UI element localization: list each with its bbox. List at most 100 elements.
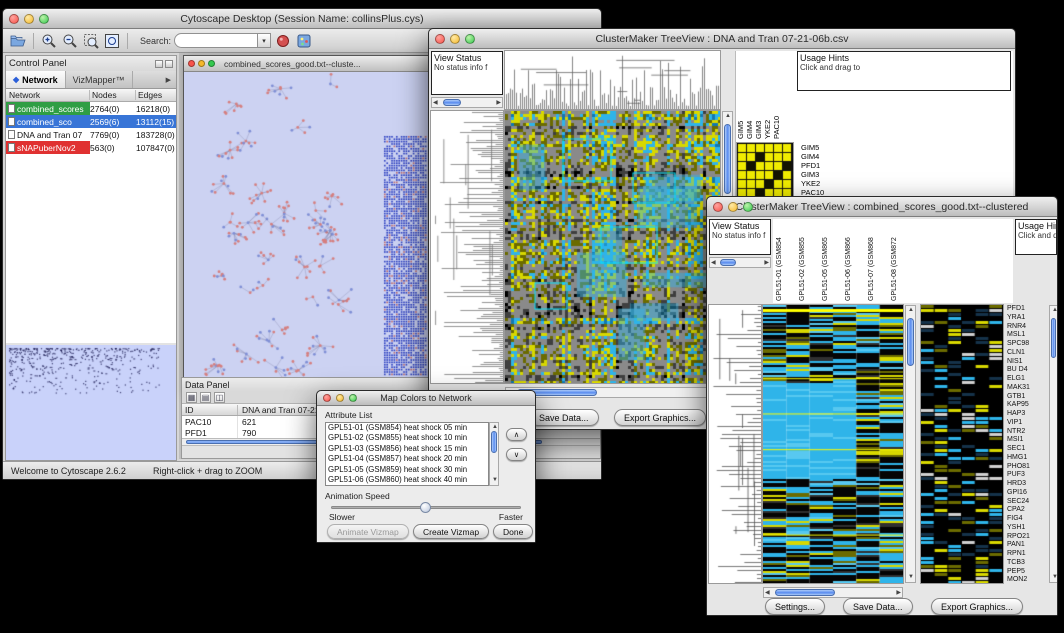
dendrogram-hscrollbar[interactable]: ◀▶ (431, 97, 503, 108)
tab-overflow-icon[interactable]: ▶ (161, 71, 176, 88)
tab-network[interactable]: ◆ Network (6, 71, 66, 88)
gene-label[interactable]: MAK31 (1007, 384, 1049, 393)
scroll-left-icon[interactable]: ◀ (765, 589, 770, 598)
minimize-icon[interactable] (24, 14, 34, 24)
matrix-row-label[interactable]: YKE2 (801, 179, 871, 188)
gene-label[interactable]: RPO21 (1007, 533, 1049, 542)
scroll-up-icon[interactable]: ▲ (908, 306, 914, 315)
gene-label[interactable]: GPI16 (1007, 489, 1049, 498)
scrollbar-thumb[interactable] (724, 124, 731, 194)
network-row[interactable]: sNAPuberNov2563(0)107847(0) (6, 141, 176, 154)
close-icon[interactable] (9, 14, 19, 24)
scroll-right-icon[interactable]: ▶ (896, 589, 901, 598)
matrix-row-label[interactable]: GIM5 (801, 143, 871, 152)
close-icon[interactable] (713, 202, 723, 212)
scroll-right-icon[interactable]: ▶ (496, 99, 501, 108)
scroll-left-icon[interactable]: ◀ (433, 99, 438, 108)
gene-list-scrollbar[interactable]: ▲▼ (1049, 305, 1057, 583)
scrollbar-thumb[interactable] (907, 318, 914, 366)
gene-label[interactable]: HRD3 (1007, 480, 1049, 489)
scroll-down-icon[interactable]: ▼ (1052, 573, 1057, 582)
scrollbar-thumb[interactable] (443, 99, 461, 106)
gene-label[interactable]: SEC24 (1007, 498, 1049, 507)
zoom-icon[interactable] (208, 60, 215, 67)
network-canvas[interactable] (184, 72, 430, 390)
gene-label[interactable]: TCB3 (1007, 559, 1049, 568)
annotation-icon[interactable] (274, 32, 292, 50)
gene-label[interactable]: SEC1 (1007, 445, 1049, 454)
scrollbar-thumb[interactable] (1051, 318, 1056, 358)
scroll-right-icon[interactable]: ▶ (764, 259, 769, 268)
gene-label[interactable]: MSI1 (1007, 436, 1049, 445)
create-vizmap-button[interactable]: Create Vizmap (413, 524, 489, 539)
zoom-in-icon[interactable] (40, 32, 58, 50)
header-nodes[interactable]: Nodes (90, 90, 136, 100)
search-dropdown-icon[interactable]: ▾ (258, 33, 271, 48)
export-graphics-button[interactable]: Export Graphics... (931, 598, 1023, 615)
scrollbar-thumb[interactable] (775, 589, 835, 596)
gene-label[interactable]: SPC98 (1007, 340, 1049, 349)
close-icon[interactable] (435, 34, 445, 44)
zoom-icon[interactable] (743, 202, 753, 212)
scroll-down-icon[interactable]: ▼ (492, 476, 498, 485)
attribute-item[interactable]: GPL51-02 (GSM855) heat shock 10 min (326, 433, 488, 443)
header-network[interactable]: Network (6, 90, 90, 100)
expression-heatmap[interactable] (763, 305, 903, 583)
gene-label[interactable]: PAN1 (1007, 541, 1049, 550)
minimize-icon[interactable] (198, 60, 205, 67)
gene-label[interactable]: MSL1 (1007, 331, 1049, 340)
scrollbar-thumb[interactable] (491, 431, 497, 453)
close-icon[interactable] (188, 60, 195, 67)
matrix-row-label[interactable]: GIM3 (801, 170, 871, 179)
gene-label[interactable]: NIS1 (1007, 358, 1049, 367)
zoom-icon[interactable] (39, 14, 49, 24)
expression-heatmap[interactable] (505, 111, 720, 383)
header-id[interactable]: ID (182, 405, 238, 415)
close-icon[interactable] (323, 394, 331, 402)
attribute-matrix-icon[interactable]: ◫ (214, 392, 225, 403)
gene-label[interactable]: PFD1 (1007, 305, 1049, 314)
gene-label[interactable]: VIP1 (1007, 419, 1049, 428)
treeview1-titlebar[interactable]: ClusterMaker TreeView : DNA and Tran 07-… (429, 29, 1015, 49)
minimize-icon[interactable] (450, 34, 460, 44)
gene-label[interactable]: PEP5 (1007, 568, 1049, 577)
network-row[interactable]: combined_sco2569(6)13112(15) (6, 115, 176, 128)
tab-vizmapper[interactable]: VizMapper™ (66, 71, 133, 88)
save-data-button[interactable]: Save Data... (843, 598, 913, 615)
treeview2-titlebar[interactable]: ClusterMaker TreeView : combined_scores_… (707, 197, 1057, 217)
zoom-heatmap[interactable] (921, 305, 1003, 583)
export-graphics-button[interactable]: Export Graphics... (614, 409, 706, 426)
attribute-item[interactable]: GPL51-05 (GSM859) heat shock 30 min (326, 465, 488, 475)
open-folder-icon[interactable] (9, 32, 27, 50)
attribute-list-scrollbar[interactable]: ▲▼ (489, 422, 499, 486)
gene-label[interactable]: ELG1 (1007, 375, 1049, 384)
row-dendrogram[interactable] (431, 111, 503, 383)
gene-label[interactable]: PUF3 (1007, 471, 1049, 480)
gene-label[interactable]: FIG4 (1007, 515, 1049, 524)
attribute-item[interactable]: GPL51-03 (GSM856) heat shock 15 min (326, 444, 488, 454)
gene-label[interactable]: HMG1 (1007, 454, 1049, 463)
gene-label[interactable]: NTR2 (1007, 428, 1049, 437)
done-button[interactable]: Done (493, 524, 533, 539)
gene-label[interactable]: CPA2 (1007, 506, 1049, 515)
network-overview-thumbnail[interactable] (6, 345, 176, 460)
gene-label[interactable]: GTB1 (1007, 393, 1049, 402)
gene-label[interactable]: CLN1 (1007, 349, 1049, 358)
save-data-button[interactable]: Save Data... (529, 409, 599, 426)
scroll-up-icon[interactable]: ▲ (1052, 306, 1057, 315)
attribute-item[interactable]: GPL51-06 (GSM860) heat shock 40 min (326, 475, 488, 485)
vizmap-icon[interactable] (295, 32, 313, 50)
move-up-button[interactable]: ∧ (506, 428, 527, 441)
matrix-row-label[interactable]: GIM4 (801, 152, 871, 161)
gene-label[interactable]: BU D4 (1007, 366, 1049, 375)
matrix-row-label[interactable]: PFD1 (801, 161, 871, 170)
gene-label[interactable]: KAP95 (1007, 401, 1049, 410)
scroll-left-icon[interactable]: ◀ (711, 259, 716, 268)
close-panel-icon[interactable] (165, 60, 173, 68)
row-dendrogram[interactable] (709, 305, 761, 583)
gene-label[interactable]: RPN1 (1007, 550, 1049, 559)
minimize-icon[interactable] (728, 202, 738, 212)
correlation-matrix[interactable] (737, 143, 793, 199)
animate-vizmap-button[interactable]: Animate Vizmap (327, 524, 409, 539)
main-window-titlebar[interactable]: Cytoscape Desktop (Session Name: collins… (3, 9, 601, 29)
